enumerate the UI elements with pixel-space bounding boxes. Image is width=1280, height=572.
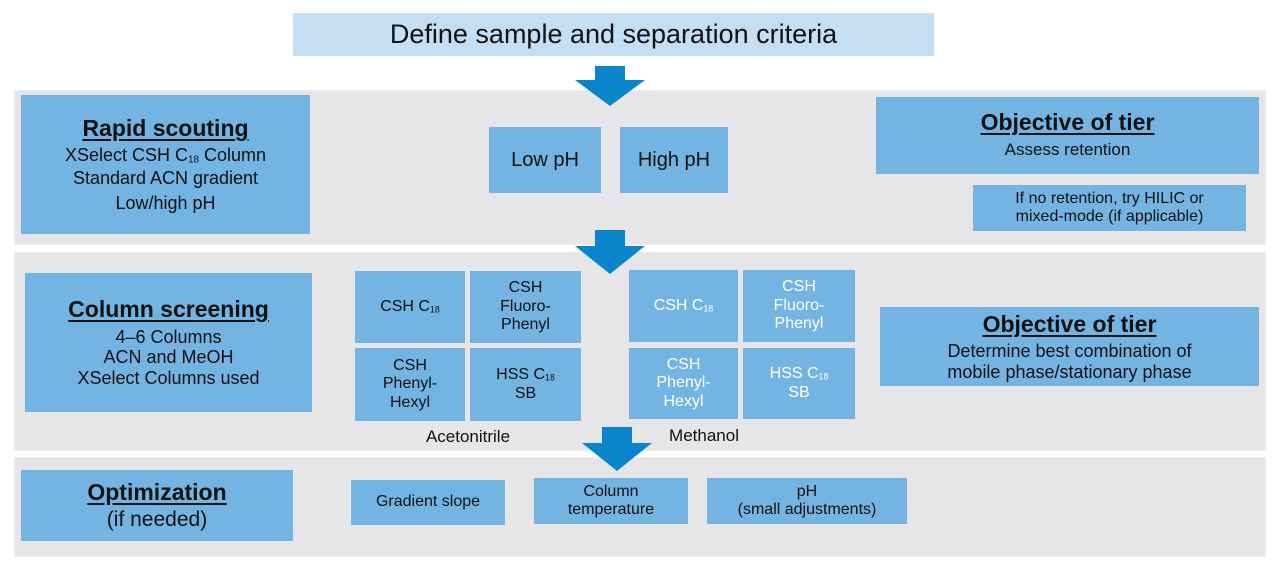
column-tile-text: CSH C18: [653, 296, 714, 314]
option-box-high-ph: High pH: [620, 127, 728, 193]
tier-heading: Column screening: [68, 296, 269, 323]
down-arrow-icon: [575, 66, 645, 106]
objective-text: Determine best combination of: [947, 341, 1192, 362]
objective-heading: Objective of tier: [982, 310, 1157, 337]
objective-text: Assess retention: [1004, 140, 1131, 160]
objective-note-box: If no retention, try HILIC or mixed-mode…: [973, 185, 1246, 231]
option-label: Low pH: [511, 148, 579, 171]
tier-heading: Optimization: [87, 478, 227, 505]
objective-box: Objective of tier Assess retention: [876, 97, 1259, 174]
parameter-box-gradient-slope: Gradient slope: [351, 480, 505, 525]
column-tile-acn-csh-c18: CSH C18: [355, 271, 465, 343]
tier-detail: XSelect Columns used: [77, 368, 260, 389]
objective-heading: Objective of tier: [980, 109, 1155, 135]
tier-detail: Standard ACN gradient: [72, 168, 259, 189]
parameter-text: (small adjustments): [737, 501, 877, 518]
column-screening-box: Column screening 4–6 Columns ACN and MeO…: [25, 273, 312, 412]
solvent-label-methanol: Methanol: [669, 426, 739, 445]
parameter-text: Gradient slope: [375, 493, 481, 511]
column-tile-text: Fluoro-: [773, 296, 825, 314]
parameter-text: temperature: [567, 501, 655, 518]
down-arrow-icon: [575, 230, 645, 274]
tier-detail: Low/high pH: [115, 193, 216, 214]
column-tile-meoh-hss-c18-sb: HSS C18 SB: [743, 348, 855, 419]
diagram-title: Define sample and separation criteria: [389, 19, 838, 49]
column-tile-text: SB: [514, 384, 537, 402]
column-tile-meoh-csh-fluoro-phenyl: CSH Fluoro- Phenyl: [743, 270, 855, 342]
column-tile-meoh-csh-phenyl-hexyl: CSH Phenyl- Hexyl: [629, 348, 738, 419]
column-tile-text: CSH C18: [380, 297, 440, 315]
objective-note-line: If no retention, try HILIC or: [1015, 189, 1204, 207]
column-tile-acn-csh-phenyl-hexyl: CSH Phenyl- Hexyl: [355, 348, 465, 421]
solvent-label-acetonitrile: Acetonitrile: [425, 427, 511, 446]
column-tile-text: HSS C18: [496, 366, 555, 384]
title-box: Define sample and separation criteria: [293, 13, 934, 56]
column-tile-text: Phenyl-: [656, 374, 711, 392]
tier-detail: ACN and MeOH: [103, 347, 234, 368]
parameter-box-column-temperature: Column temperature: [534, 478, 688, 524]
option-label: High pH: [637, 148, 711, 171]
column-tile-text: Phenyl: [774, 315, 824, 333]
objective-note-line: mixed-mode (if applicable): [1015, 208, 1204, 225]
column-tile-acn-csh-fluoro-phenyl: CSH Fluoro- Phenyl: [470, 271, 581, 343]
parameter-box-ph: pH (small adjustments): [707, 478, 907, 524]
tier-heading: Rapid scouting: [82, 115, 249, 142]
option-box-low-ph: Low pH: [489, 127, 601, 193]
column-tile-text: Hexyl: [663, 392, 704, 410]
column-tile-meoh-csh-c18: CSH C18: [629, 270, 738, 342]
objective-text: mobile phase/stationary phase: [947, 361, 1192, 382]
objective-box: Objective of tier Determine best combina…: [880, 307, 1259, 386]
column-tile-acn-hss-c18-sb: HSS C18 SB: [470, 348, 581, 421]
column-tile-text: CSH: [782, 278, 816, 296]
column-tile-text: Phenyl: [501, 316, 550, 334]
tier-detail: XSelect CSH C18 Column: [64, 144, 267, 166]
parameter-text: pH: [796, 482, 818, 500]
column-tile-text: Hexyl: [389, 393, 430, 411]
column-tile-text: CSH: [508, 279, 543, 297]
column-tile-text: CSH: [393, 356, 427, 374]
column-tile-text: HSS C18: [769, 365, 829, 383]
rapid-scouting-box: Rapid scouting XSelect CSH C18 Column St…: [21, 95, 310, 234]
column-tile-text: CSH: [666, 355, 701, 373]
column-tile-text: Fluoro-: [500, 297, 551, 315]
parameter-text: Column: [583, 482, 639, 500]
column-tile-text: Phenyl-: [382, 375, 438, 393]
column-tile-text: SB: [788, 383, 810, 401]
optimization-box: Optimization (if needed): [21, 470, 293, 541]
tier-detail: 4–6 Columns: [115, 326, 222, 347]
tier-subtitle: (if needed): [106, 508, 208, 532]
